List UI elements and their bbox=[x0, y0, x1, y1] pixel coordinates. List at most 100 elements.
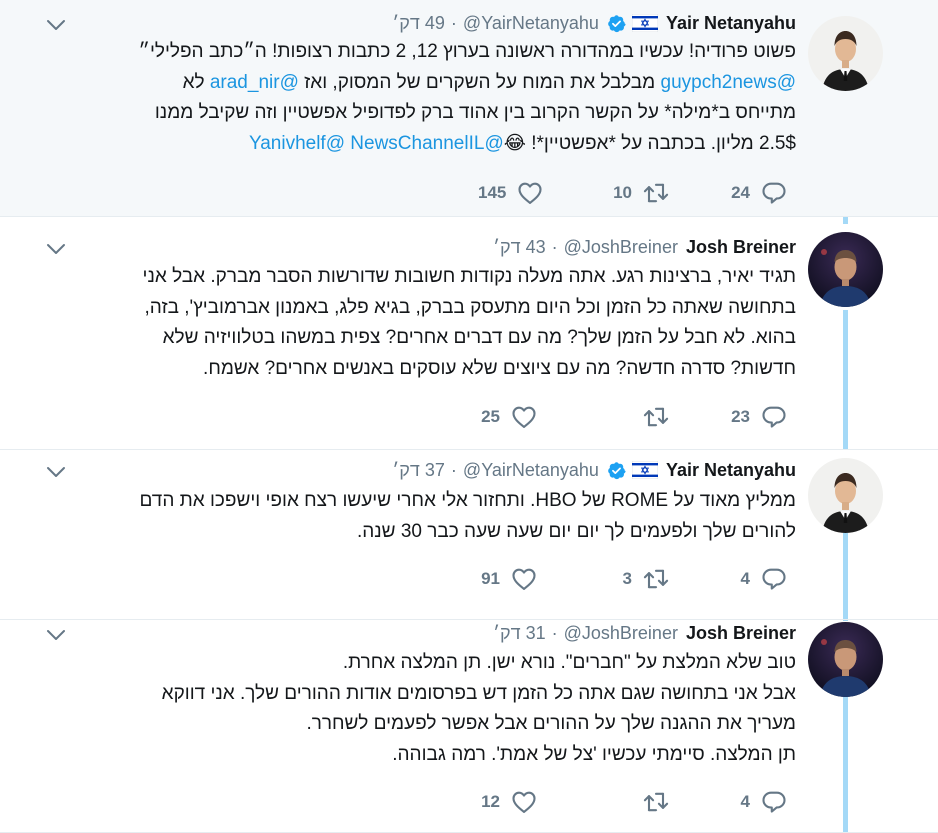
like-button[interactable]: 145 bbox=[478, 178, 544, 208]
like-icon bbox=[516, 179, 544, 207]
tweet-timestamp[interactable]: 37 דק׳ bbox=[392, 460, 445, 481]
separator-dot: · bbox=[551, 236, 558, 257]
text-segment: ממליץ מאוד על ROME של HBO. ותחזור אלי אח… bbox=[139, 490, 796, 511]
verified-badge-icon bbox=[607, 14, 626, 33]
author-handle[interactable]: @YairNetanyahu bbox=[463, 460, 599, 481]
text-segment: תגיד יאיר, ברצינות רגע. אתה מעלה נקודות … bbox=[142, 266, 796, 287]
retweet-button[interactable]: 3 bbox=[610, 564, 670, 594]
text-segment: תן המלצה. סיימתי עכשיו 'צל של אמת'. רמה … bbox=[392, 743, 796, 765]
text-segment: בהוא. לא חבל על הזמן שלך? מה עם דברים אח… bbox=[162, 327, 796, 348]
retweet-button[interactable] bbox=[610, 402, 670, 432]
chevron-down-icon[interactable] bbox=[46, 18, 66, 32]
retweet-icon bbox=[642, 788, 670, 816]
reply-icon bbox=[760, 179, 788, 207]
tweet-header: Josh Breiner @JoshBreiner · 43 דק׳ bbox=[493, 234, 796, 260]
chevron-down-icon[interactable] bbox=[46, 628, 66, 642]
like-button[interactable]: 91 bbox=[478, 564, 538, 594]
retweet-count: 10 bbox=[613, 183, 632, 202]
tweet-text-line: בהוא. לא חבל על הזמן שלך? מה עם דברים אח… bbox=[36, 323, 796, 354]
author-name[interactable]: Yair Netanyahu bbox=[666, 460, 796, 481]
tweet-actions: 4 12 bbox=[0, 787, 800, 817]
tweet-text-line: בתחושה שאתה כל הזמן וכל היום מתעסק בברק,… bbox=[36, 293, 796, 324]
text-segment: טוב שלא המלצת על "חברים". נורא ישן. תן ה… bbox=[342, 652, 796, 673]
mention-link[interactable]: @NewsChannelIL bbox=[350, 133, 503, 154]
tweet-text: פשוט פרודיה! עכשיו במהדורה ראשונה בערוץ … bbox=[36, 37, 797, 160]
avatar[interactable] bbox=[808, 16, 883, 91]
separator-dot: · bbox=[450, 459, 457, 480]
like-button[interactable]: 12 bbox=[478, 787, 538, 817]
mention-link[interactable]: @arad_nir bbox=[210, 72, 299, 93]
chevron-down-icon[interactable] bbox=[46, 465, 66, 479]
retweet-button[interactable]: 10 bbox=[610, 178, 670, 208]
like-button[interactable]: 25 bbox=[478, 402, 538, 432]
avatar[interactable] bbox=[808, 622, 883, 697]
tweet-actions: 24 10 145 bbox=[0, 178, 800, 208]
text-segment: להורים שלך ולפעמים לך יום יום שעה שעה כב… bbox=[356, 520, 796, 542]
israel-flag-icon bbox=[631, 13, 659, 33]
text-segment: 2.5$ מליון. בכתבה על *אפשטיין*! 😂 bbox=[503, 132, 796, 154]
tweet-text: תגיד יאיר, ברצינות רגע. אתה מעלה נקודות … bbox=[36, 262, 796, 384]
tweet-text: ממליץ מאוד על ROME של HBO. ותחזור אלי אח… bbox=[36, 486, 796, 547]
like-icon bbox=[510, 788, 538, 816]
tweet-text-line: מעריך את ההגנה שלך על ההורים אבל אפשר לפ… bbox=[36, 709, 796, 740]
like-icon bbox=[510, 403, 538, 431]
author-handle[interactable]: @YairNetanyahu bbox=[463, 13, 599, 34]
text-segment: בתחושה שאתה כל הזמן וכל היום מתעסק בברק,… bbox=[144, 296, 796, 318]
tweet-header: Josh Breiner @JoshBreiner · 31 דק׳ bbox=[493, 620, 796, 646]
reply-count: 24 bbox=[731, 183, 750, 202]
tweet-timestamp[interactable]: 43 דק׳ bbox=[493, 237, 546, 258]
reply-count: 4 bbox=[740, 792, 750, 811]
reply-button[interactable]: 4 bbox=[728, 564, 788, 594]
tweet-header: Yair Netanyahu @YairNetanyahu · 37 דק׳ bbox=[392, 457, 796, 483]
tweet-text-line: תן המלצה. סיימתי עכשיו 'צל של אמת'. רמה … bbox=[36, 740, 796, 771]
tweet-text-line: מתייחס ב*מילה* על הקשר הקרוב בין אהוד בר… bbox=[36, 98, 796, 129]
text-segment: לא bbox=[182, 71, 210, 93]
tweet-actions: 23 25 bbox=[0, 402, 800, 432]
reply-count: 4 bbox=[740, 569, 750, 588]
text-segment: מתייחס ב*מילה* על הקשר הקרוב בין אהוד בר… bbox=[154, 102, 796, 123]
reply-button[interactable]: 24 bbox=[728, 178, 788, 208]
tweet-text-line: ממליץ מאוד על ROME של HBO. ותחזור אלי אח… bbox=[36, 486, 796, 517]
tweet-timestamp[interactable]: 31 דק׳ bbox=[493, 623, 546, 644]
tweet-text-line: 2.5$ מליון. בכתבה על *אפשטיין*! 😂@NewsCh… bbox=[36, 129, 796, 160]
mention-link[interactable]: @Yanivhelf bbox=[249, 133, 345, 154]
like-icon bbox=[510, 565, 538, 593]
retweet-count: 3 bbox=[622, 569, 632, 588]
verified-badge-icon bbox=[607, 461, 626, 480]
text-segment: אבל אני בתחושה שגם אתה כל הזמן דש בפרסומ… bbox=[161, 682, 796, 704]
avatar[interactable] bbox=[808, 232, 883, 307]
chevron-down-icon[interactable] bbox=[46, 242, 66, 256]
like-count: 145 bbox=[478, 183, 507, 202]
author-name[interactable]: Josh Breiner bbox=[686, 623, 796, 644]
retweet-icon bbox=[642, 403, 670, 431]
retweet-icon bbox=[642, 565, 670, 593]
reply-icon bbox=[760, 565, 788, 593]
tweet-timestamp[interactable]: 49 דק׳ bbox=[392, 13, 445, 34]
tweet-text: טוב שלא המלצת על "חברים". נורא ישן. תן ה… bbox=[36, 648, 796, 770]
author-name[interactable]: Josh Breiner bbox=[686, 237, 796, 258]
tweet-text-line: אבל אני בתחושה שגם אתה כל הזמן דש בפרסומ… bbox=[36, 679, 796, 710]
author-name[interactable]: Yair Netanyahu bbox=[666, 13, 796, 34]
like-count: 91 bbox=[481, 569, 500, 588]
reply-icon bbox=[760, 403, 788, 431]
author-handle[interactable]: @JoshBreiner bbox=[564, 237, 678, 258]
tweet-text-line: להורים שלך ולפעמים לך יום יום שעה שעה כב… bbox=[36, 517, 796, 548]
mention-link[interactable]: @guypch2news bbox=[661, 72, 797, 93]
text-segment: חדשות? סדרה חדשה? מה עם ציוצים שלא עוסקי… bbox=[203, 357, 796, 379]
tweet-text-line: תגיד יאיר, ברצינות רגע. אתה מעלה נקודות … bbox=[36, 262, 796, 293]
like-count: 12 bbox=[481, 792, 500, 811]
tweet-text-line: פשוט פרודיה! עכשיו במהדורה ראשונה בערוץ … bbox=[36, 37, 797, 68]
text-segment: מעריך את ההגנה שלך על ההורים אבל אפשר לפ… bbox=[306, 713, 796, 734]
tweet-header: Yair Netanyahu @YairNetanyahu · 49 דק׳ bbox=[392, 10, 796, 36]
avatar[interactable] bbox=[808, 458, 883, 533]
separator-dot: · bbox=[450, 12, 457, 33]
author-handle[interactable]: @JoshBreiner bbox=[564, 623, 678, 644]
retweet-button[interactable] bbox=[610, 787, 670, 817]
reply-button[interactable]: 23 bbox=[728, 402, 788, 432]
reply-button[interactable]: 4 bbox=[728, 787, 788, 817]
text-segment: מבלבל את המוח על השקרים של המסוק, ואז bbox=[298, 71, 661, 93]
reply-count: 23 bbox=[731, 407, 750, 426]
like-count: 25 bbox=[481, 407, 500, 426]
tweet-text-line: טוב שלא המלצת על "חברים". נורא ישן. תן ה… bbox=[36, 648, 796, 679]
tweet-actions: 4 3 91 bbox=[0, 564, 800, 594]
